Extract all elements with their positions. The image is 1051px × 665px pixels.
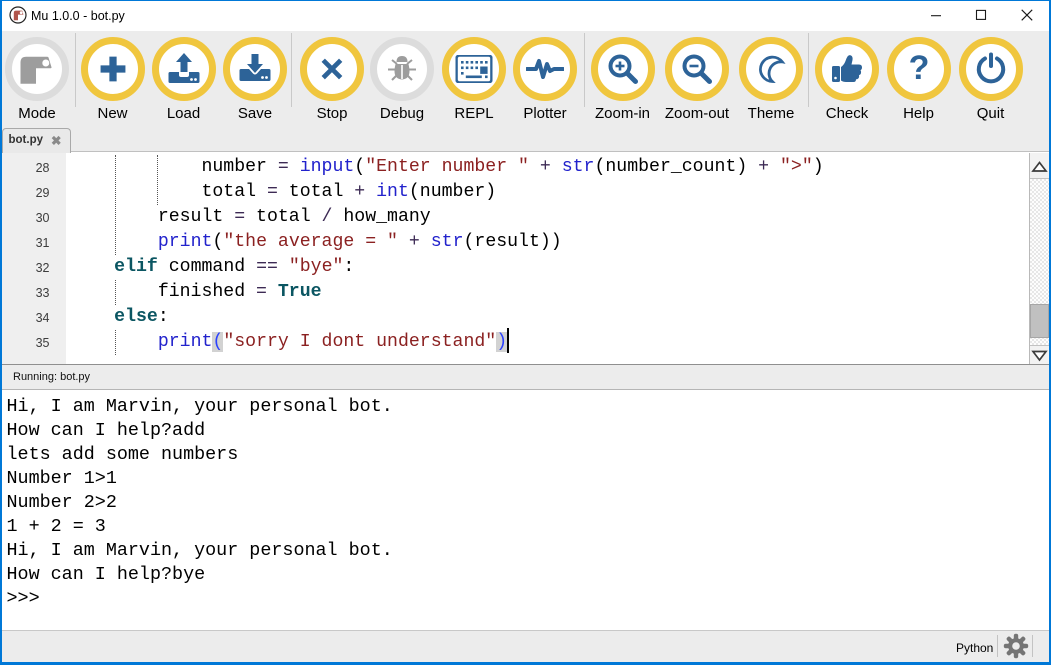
svg-text:?: ? — [908, 51, 929, 87]
